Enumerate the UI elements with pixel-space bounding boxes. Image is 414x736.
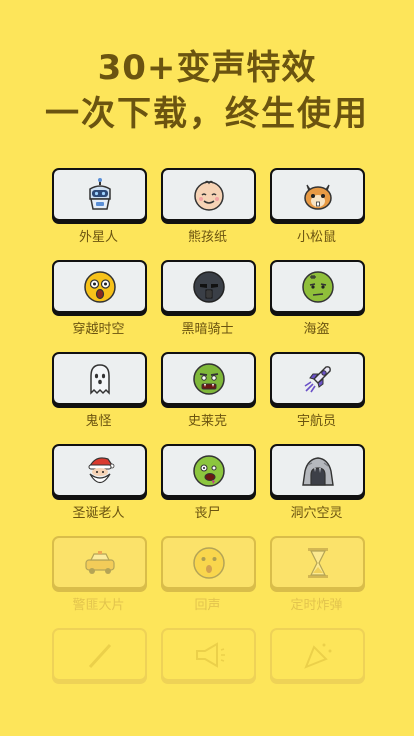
headline-line-1: 30+变声特效 — [97, 48, 317, 88]
pirate-face-icon — [301, 270, 334, 303]
effect-magic-button[interactable] — [52, 628, 147, 681]
effect-astronaut-button[interactable] — [270, 352, 365, 405]
effect-echo-label: 回声 — [194, 598, 221, 613]
effect-zombie[interactable]: 丧尸 — [161, 444, 256, 521]
effect-santa-button[interactable] — [52, 444, 147, 497]
effect-ghost-button[interactable] — [52, 352, 147, 405]
effect-brat[interactable]: 熊孩纸 — [161, 168, 256, 245]
megaphone-icon — [195, 641, 225, 668]
effect-time-bomb-button[interactable] — [270, 536, 365, 589]
effect-pirate-button[interactable] — [270, 260, 365, 313]
effect-cop-movie-button[interactable] — [52, 536, 147, 589]
cave-icon — [301, 456, 334, 486]
effect-astronaut-label: 宇航员 — [296, 414, 336, 429]
effect-party[interactable] — [270, 628, 365, 704]
hourglass-icon — [307, 547, 328, 578]
effect-santa[interactable]: 圣诞老人 — [52, 444, 147, 521]
santa-icon — [88, 456, 114, 483]
effect-megaphone-button[interactable] — [161, 628, 256, 681]
effect-echo[interactable]: 回声 — [161, 536, 256, 613]
effect-zombie-button[interactable] — [161, 444, 256, 497]
effect-dark-knight-label: 黑暗骑士 — [181, 322, 234, 337]
effect-time-bomb[interactable]: 定时炸弹 — [270, 536, 365, 613]
effect-shrek[interactable]: 史莱克 — [161, 352, 256, 429]
effect-time-travel-button[interactable] — [52, 260, 147, 313]
effect-astronaut[interactable]: 宇航员 — [270, 352, 365, 429]
shocked-face-icon — [83, 270, 116, 303]
effect-pirate[interactable]: 海盗 — [270, 260, 365, 337]
effect-shrek-button[interactable] — [161, 352, 256, 405]
squirrel-icon — [303, 184, 332, 210]
zombie-face-icon — [192, 454, 225, 487]
effect-time-travel-label: 穿越时空 — [72, 322, 125, 337]
effect-ghost[interactable]: 鬼怪 — [52, 352, 147, 429]
headline-line-2: 一次下载，终生使用 — [45, 94, 369, 134]
effect-dark-knight[interactable]: 黑暗骑士 — [161, 260, 256, 337]
effect-zombie-label: 丧尸 — [194, 506, 221, 521]
effect-megaphone[interactable] — [161, 628, 256, 704]
effect-cop-movie-label: 警匪大片 — [72, 598, 125, 613]
effect-party-button[interactable] — [270, 628, 365, 681]
wand-icon — [88, 643, 111, 668]
effect-alien-label: 外星人 — [78, 230, 118, 245]
effect-squirrel-label: 小松鼠 — [296, 230, 336, 245]
effect-cave-button[interactable] — [270, 444, 365, 497]
effect-pirate-label: 海盗 — [303, 322, 330, 337]
effect-dark-knight-button[interactable] — [161, 260, 256, 313]
effect-squirrel[interactable]: 小松鼠 — [270, 168, 365, 245]
robot-icon — [88, 177, 111, 210]
police-car-icon — [84, 550, 115, 574]
party-popper-icon — [303, 643, 331, 669]
effect-shrek-label: 史莱克 — [187, 414, 227, 429]
ghost-icon — [89, 363, 110, 395]
effect-ghost-label: 鬼怪 — [85, 414, 112, 429]
effect-brat-label: 熊孩纸 — [187, 230, 227, 245]
effect-time-travel[interactable]: 穿越时空 — [52, 260, 147, 337]
effect-time-bomb-label: 定时炸弹 — [290, 598, 343, 613]
dark-knight-helmet-icon — [192, 270, 225, 303]
effect-cave[interactable]: 洞穴空灵 — [270, 444, 365, 521]
effect-echo-button[interactable] — [161, 536, 256, 589]
ogre-face-icon — [192, 362, 225, 395]
effect-squirrel-button[interactable] — [270, 168, 365, 221]
effect-santa-label: 圣诞老人 — [72, 506, 125, 521]
echo-face-icon — [192, 546, 225, 579]
effect-alien[interactable]: 外星人 — [52, 168, 147, 245]
effect-magic[interactable] — [52, 628, 147, 704]
effect-brat-button[interactable] — [161, 168, 256, 221]
effect-cop-movie[interactable]: 警匪大片 — [52, 536, 147, 613]
effect-alien-button[interactable] — [52, 168, 147, 221]
effect-cave-label: 洞穴空灵 — [290, 506, 343, 521]
rocket-icon — [304, 365, 331, 392]
baby-face-icon — [193, 180, 224, 211]
